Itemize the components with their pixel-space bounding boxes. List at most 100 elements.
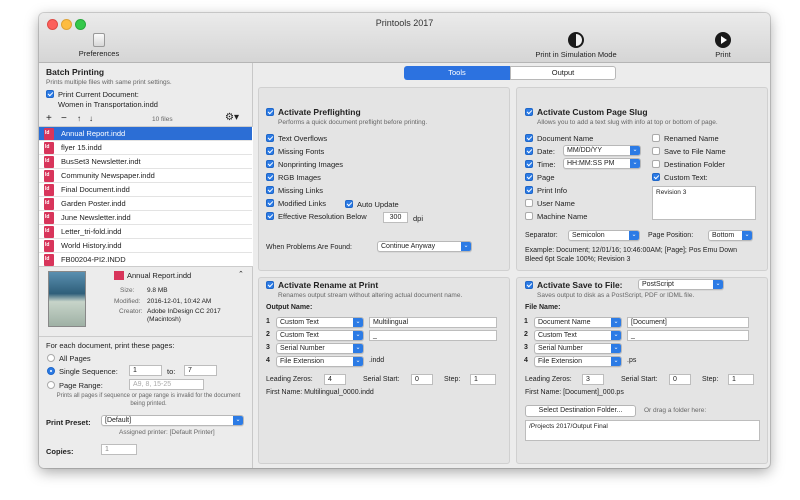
segment-type-select[interactable]: Document Name ⌄ <box>534 317 622 328</box>
select-destination-button[interactable]: Select Destination Folder... <box>525 405 636 417</box>
file-name: Community Newspaper.indd <box>61 171 155 180</box>
preflight-item-checkbox[interactable] <box>266 173 274 181</box>
list-item[interactable]: BusSet3 Newsletter.indt <box>39 155 252 169</box>
segment-type-select[interactable]: Custom Text ⌄ <box>276 330 364 341</box>
preflight-checkbox[interactable] <box>266 108 274 116</box>
segment-value-input[interactable]: [Document] <box>627 317 749 328</box>
slug-option-checkbox[interactable] <box>525 186 533 194</box>
file-name-label: File Name: <box>525 304 561 311</box>
slug-option-checkbox[interactable] <box>525 199 533 207</box>
save-step-input[interactable]: 1 <box>728 374 754 385</box>
move-down-icon[interactable]: ↓ <box>89 114 93 123</box>
range-note: Prints all pages if sequence or page ran… <box>56 393 241 407</box>
page-range-input[interactable]: A9, 8, 15-25 <box>129 379 204 390</box>
preflight-item-checkbox[interactable] <box>266 186 274 194</box>
segment-type-select[interactable]: Serial Number ⌄ <box>276 343 364 354</box>
slug-option-checkbox[interactable] <box>525 212 533 220</box>
position-select[interactable]: Bottom ⌄ <box>708 230 753 241</box>
copies-input[interactable]: 1 <box>101 444 137 455</box>
segment-type-select[interactable]: File Extension ⌄ <box>276 356 364 367</box>
separator-select[interactable]: Semicolon ⌄ <box>568 230 640 241</box>
rename-start-input[interactable]: 0 <box>411 374 433 385</box>
custom-text-area[interactable]: Revision 3 <box>652 186 756 220</box>
single-sequence-radio[interactable] <box>47 367 55 375</box>
simulation-button[interactable]: Print in Simulation Mode <box>521 32 631 59</box>
slug-option-checkbox[interactable] <box>652 173 660 181</box>
save-start-input[interactable]: 0 <box>669 374 691 385</box>
preflight-item-checkbox[interactable] <box>266 147 274 155</box>
slug-option-checkbox[interactable] <box>525 134 533 142</box>
page-range-radio[interactable] <box>47 381 55 389</box>
preset-select[interactable]: [Default] ⌄ <box>101 415 244 426</box>
list-item[interactable]: Final Document.indd <box>39 183 252 197</box>
slug-option-label: Time: <box>537 160 556 169</box>
save-zeros-input[interactable]: 3 <box>582 374 604 385</box>
save-file-checkbox[interactable] <box>525 281 533 289</box>
rename-step-input[interactable]: 1 <box>470 374 496 385</box>
chevron-updown-icon[interactable]: ⌃ <box>238 270 244 278</box>
list-item[interactable]: FB00204-PI2.INDD <box>39 253 252 267</box>
resolution-input[interactable]: 300 <box>383 212 408 223</box>
batch-sidebar: Batch Printing Prints multiple files wit… <box>39 63 253 468</box>
print-current-checkbox[interactable] <box>46 90 54 98</box>
preflight-item-label: Text Overflows <box>278 134 328 143</box>
separator-value: Semicolon <box>572 232 605 239</box>
tab-tools[interactable]: Tools <box>404 66 510 80</box>
segment-type-select[interactable]: Custom Text ⌄ <box>534 330 622 341</box>
add-file-button[interactable]: + <box>46 113 52 124</box>
tab-output[interactable]: Output <box>510 66 616 80</box>
list-item[interactable]: flyer 15.indd <box>39 141 252 155</box>
rename-zeros-input[interactable]: 4 <box>324 374 346 385</box>
slug-option-checkbox[interactable] <box>652 134 660 142</box>
segment-type-select[interactable]: Serial Number ⌄ <box>534 343 622 354</box>
destination-path[interactable]: /Projects 2017/Output Final <box>525 420 760 441</box>
preflight-item-checkbox[interactable] <box>266 212 274 220</box>
slug-option-checkbox[interactable] <box>525 173 533 181</box>
rename-checkbox[interactable] <box>266 281 274 289</box>
modified-label: Modified: <box>114 298 141 305</box>
list-item[interactable]: Letter_tri-fold.indd <box>39 225 252 239</box>
preflight-item-checkbox[interactable] <box>266 199 274 207</box>
gear-icon[interactable]: ⚙▾ <box>225 112 239 123</box>
list-item[interactable]: World History.indd <box>39 239 252 253</box>
slug-option-checkbox[interactable] <box>652 160 660 168</box>
rename-zeros-label: Leading Zeros: <box>266 376 313 383</box>
slug-option-checkbox[interactable] <box>525 147 533 155</box>
chevron-down-icon: ⌄ <box>611 331 621 340</box>
modified-value: 2016-12-01, 10:42 AM <box>147 298 212 305</box>
preflight-item-checkbox[interactable] <box>266 134 274 142</box>
list-item[interactable]: Community Newspaper.indd <box>39 169 252 183</box>
segment-value-input[interactable]: Multilingual <box>369 317 497 328</box>
preferences-button[interactable]: Preferences <box>74 33 124 58</box>
problems-select[interactable]: Continue Anyway ⌄ <box>377 241 472 252</box>
main-area: Tools Output Activate Preflighting Perfo… <box>254 63 770 468</box>
segment-value-input[interactable]: _ <box>627 330 749 341</box>
segment-type-select[interactable]: Custom Text ⌄ <box>276 317 364 328</box>
sequence-to-input[interactable]: 7 <box>184 365 217 376</box>
time-format-select[interactable]: HH:MM:SS PM ⌄ <box>563 158 641 169</box>
date-format-select[interactable]: MM/DD/YY ⌄ <box>563 145 641 156</box>
file-list[interactable]: Annual Report.indd flyer 15.indd BusSet3 N… <box>39 126 253 267</box>
preflight-item-checkbox[interactable] <box>266 160 274 168</box>
save-format-select[interactable]: PostScript ⌄ <box>638 279 724 290</box>
indd-file-icon <box>44 254 54 266</box>
rename-first-name: First Name: Multilingual_0000.indd <box>266 389 374 396</box>
slug-option-checkbox[interactable] <box>525 160 533 168</box>
print-current-label: Print Current Document: <box>58 90 139 99</box>
segment-value-input[interactable]: _ <box>369 330 497 341</box>
slug-option-label: Custom Text: <box>664 173 708 182</box>
slug-option-checkbox[interactable] <box>652 147 660 155</box>
sequence-from-input[interactable]: 1 <box>129 365 162 376</box>
slug-checkbox[interactable] <box>525 108 533 116</box>
list-item[interactable]: June Newsletter.indd <box>39 211 252 225</box>
move-up-icon[interactable]: ↑ <box>77 114 81 123</box>
auto-update-label: Auto Update <box>357 200 399 209</box>
list-item[interactable]: Annual Report.indd <box>39 127 252 141</box>
print-button[interactable]: Print <box>703 32 743 59</box>
remove-file-button[interactable]: − <box>61 113 67 124</box>
all-pages-radio[interactable] <box>47 354 55 362</box>
segment-type-select[interactable]: File Extension ⌄ <box>534 356 622 367</box>
auto-update-checkbox[interactable] <box>345 200 353 208</box>
list-item[interactable]: Garden Poster.indd <box>39 197 252 211</box>
rename-desc: Renames output stream without altering a… <box>278 292 463 299</box>
